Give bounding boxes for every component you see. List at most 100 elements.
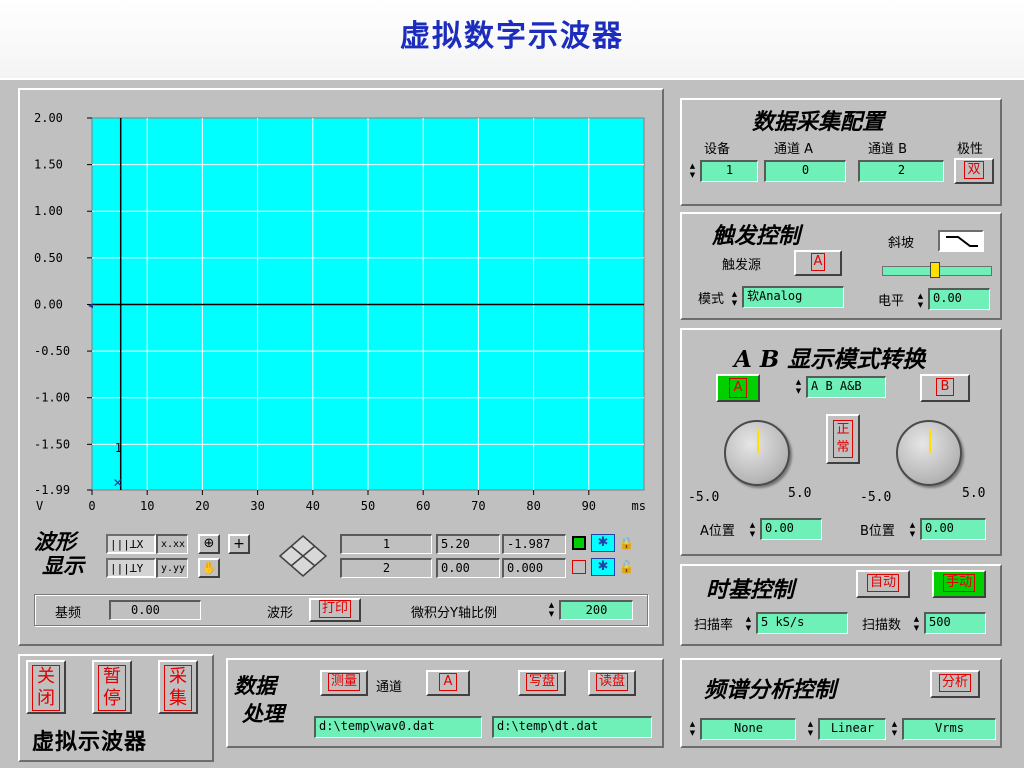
display-mode-spinner-icon[interactable]: ▲ ▼ [794, 378, 803, 396]
print-button[interactable]: 打印 [309, 598, 361, 622]
a-position-knob[interactable] [724, 420, 790, 486]
b-position-field[interactable]: 0.00 [920, 518, 986, 540]
a-knob-min: -5.0 [688, 490, 720, 505]
y-tick-label: 0.50 [34, 251, 63, 265]
auto-mode-button[interactable]: 自动 [856, 570, 910, 598]
cursor2-x-value: 0.00 [436, 558, 500, 578]
trigger-source-button[interactable]: A [794, 250, 842, 276]
trigger-control-panel: 触发控制 斜坡 触发源 A 模式 ▲ ▼ 软Analog 电平 ▲ ▼ 0.00 [680, 212, 1002, 320]
cursor1-color-swatch[interactable] [572, 536, 586, 550]
cursor1-style-icon[interactable]: ✱ [591, 534, 615, 552]
y-axis-format-selector[interactable]: |||ꓕY [106, 558, 156, 578]
level-field[interactable]: 0.00 [928, 288, 990, 310]
x-format-field[interactable]: x.xx [156, 534, 188, 554]
cursor2-lock-icon[interactable]: 🔓 [619, 558, 635, 576]
scan-rate-field[interactable]: 5 kS/s [756, 612, 848, 634]
device-field[interactable]: 1 [700, 160, 758, 182]
acquire-button[interactable]: 采集 [158, 660, 198, 714]
manual-mode-button[interactable]: 手动 [932, 570, 986, 598]
scale-spinner-icon[interactable]: ▲ ▼ [806, 720, 815, 738]
y-tick-label: -0.50 [34, 344, 70, 358]
normal-mode-label-2: 常 [836, 440, 850, 455]
integral-y-ratio-field[interactable]: 200 [559, 600, 633, 620]
y-axis-unit-label: V [36, 499, 43, 513]
b-position-knob[interactable] [896, 420, 962, 486]
measure-button[interactable]: 测量 [320, 670, 368, 696]
write-disk-button[interactable]: 写盘 [518, 670, 566, 696]
polarity-button[interactable]: 双 [954, 158, 994, 184]
write-path-field[interactable]: d:\temp\wav0.dat [314, 716, 482, 738]
display-mode-field[interactable]: A B A&B [806, 376, 886, 398]
mode-spinner-icon[interactable]: ▲ ▼ [730, 290, 739, 308]
read-disk-button[interactable]: 读盘 [588, 670, 636, 696]
waveform-label-2: 显示 [42, 553, 84, 578]
x-tick-label: 80 [526, 499, 540, 513]
control-buttons-panel: 关闭 暂停 采集 虚拟示波器 [18, 654, 214, 762]
cursor-marker: ✕ [113, 476, 123, 490]
channel-a-field[interactable]: 0 [764, 160, 846, 182]
channel-b-toggle[interactable]: B [920, 374, 970, 402]
y-tick-label: 1.50 [34, 158, 63, 172]
unit-spinner-icon[interactable]: ▲ ▼ [890, 720, 899, 738]
scan-count-field[interactable]: 500 [924, 612, 986, 634]
hand-pan-icon[interactable]: ✋ [198, 558, 220, 578]
auto-mode-label: 自动 [866, 574, 899, 592]
window-spinner-icon[interactable]: ▲ ▼ [688, 720, 697, 738]
x-axis-format-selector[interactable]: |||ꓕX [106, 534, 156, 554]
device-spinner-icon[interactable]: ▲ ▼ [688, 162, 697, 180]
cursor1-lock-icon[interactable]: 🔒 [619, 534, 635, 552]
a-position-field[interactable]: 0.00 [760, 518, 822, 540]
pause-button-label-1: 暂 [103, 666, 121, 687]
b-position-spinner-icon[interactable]: ▲ ▼ [908, 521, 917, 539]
scan-rate-spinner-icon[interactable]: ▲ ▼ [744, 615, 753, 633]
print-button-label: 打印 [318, 600, 351, 618]
analyze-button[interactable]: 分析 [930, 670, 980, 698]
b-knob-min: -5.0 [860, 490, 892, 505]
cursor2-style-icon[interactable]: ✱ [591, 558, 615, 576]
channel-a-toggle[interactable]: A [716, 374, 760, 402]
spectrum-analysis-panel: 频谱分析控制 分析 ▲ ▼ None ▲ ▼ Linear ▲ ▼ Vrms [680, 658, 1002, 748]
ratio-spinner-icon[interactable]: ▲ ▼ [547, 601, 556, 619]
close-button[interactable]: 关闭 [26, 660, 66, 714]
trigger-title: 触发控制 [712, 223, 801, 249]
processing-title-1: 数据 [234, 673, 276, 698]
level-slider-thumb[interactable] [930, 262, 940, 278]
cursor2-color-swatch[interactable] [572, 560, 586, 574]
scale-field[interactable]: Linear [818, 718, 886, 740]
cursor-move-diamond-icon[interactable] [278, 534, 328, 578]
y-tick-label: 0.00 [34, 297, 63, 311]
cursor1-index[interactable]: 1 [340, 534, 432, 554]
slope-selector[interactable] [938, 230, 984, 252]
cursor1-x-value: 5.20 [436, 534, 500, 554]
level-spinner-icon[interactable]: ▲ ▼ [916, 292, 925, 310]
cursor2-index[interactable]: 2 [340, 558, 432, 578]
pause-button[interactable]: 暂停 [92, 660, 132, 714]
a-position-spinner-icon[interactable]: ▲ ▼ [748, 521, 757, 539]
polarity-label: 极性 [957, 142, 984, 157]
read-path-field[interactable]: d:\temp\dt.dat [492, 716, 652, 738]
scan-rate-label: 扫描率 [694, 618, 734, 633]
x-tick-label: 60 [416, 499, 430, 513]
x-tick-label: 90 [582, 499, 596, 513]
analyze-button-label: 分析 [938, 674, 971, 692]
channel-a-toggle-label: A [728, 378, 748, 398]
zoom-icon[interactable]: ⊕ [198, 534, 220, 554]
scan-count-spinner-icon[interactable]: ▲ ▼ [912, 615, 921, 633]
processing-channel-value: A [438, 673, 458, 691]
y-format-field[interactable]: y.yy [156, 558, 188, 578]
window-field[interactable]: None [700, 718, 796, 740]
zero-marker: ◂ [88, 300, 93, 311]
normal-mode-button[interactable]: 正 常 [826, 414, 860, 464]
normal-mode-label: 正 常 [833, 420, 853, 458]
mode-field[interactable]: 软Analog [742, 286, 844, 308]
mode-label: 模式 [698, 292, 725, 307]
spectrum-title: 频谱分析控制 [704, 677, 837, 703]
x-axis-unit-label: ms [632, 499, 646, 513]
processing-title-2: 处理 [242, 701, 284, 726]
display-mode-panel: A B 显示模式转换 A ▲ ▼ A B A&B B 正 常 -5.0 5.0 -… [680, 328, 1002, 556]
crosshair-icon[interactable]: + [228, 534, 250, 554]
unit-field[interactable]: Vrms [902, 718, 996, 740]
processing-channel-button[interactable]: A [426, 670, 470, 696]
channel-b-field[interactable]: 2 [858, 160, 944, 182]
data-processing-panel: 数据 处理 测量 通道 A 写盘 读盘 d:\temp\wav0.dat d:\… [226, 658, 664, 748]
